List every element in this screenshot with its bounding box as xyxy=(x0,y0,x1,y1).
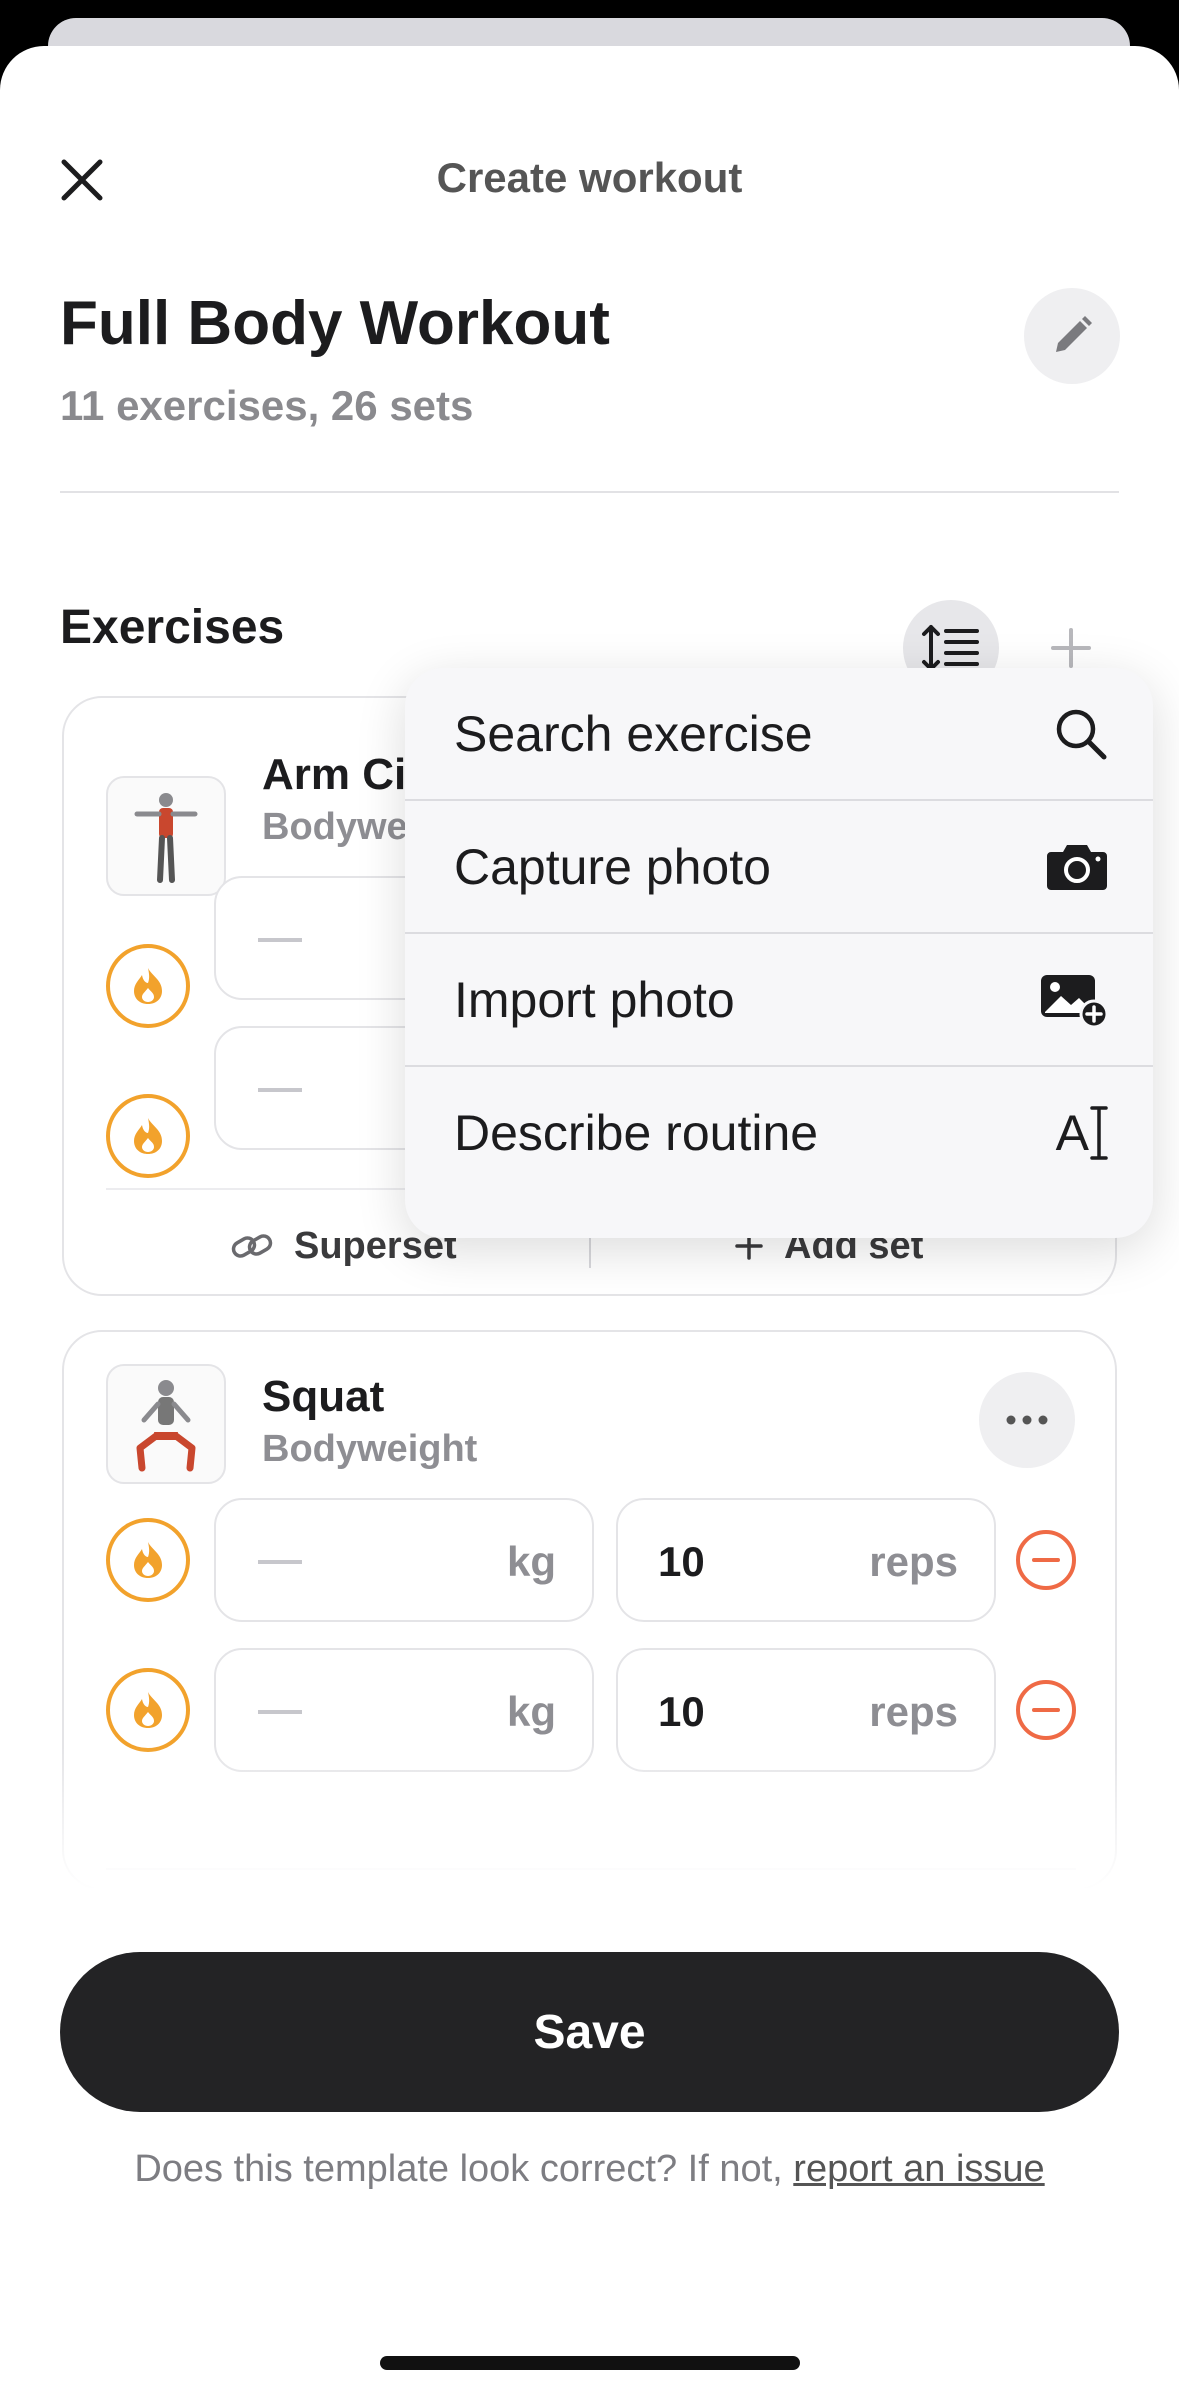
menu-item-capture-photo[interactable]: Capture photo xyxy=(405,801,1153,933)
header-title: Create workout xyxy=(436,154,743,201)
text-cursor-icon: A xyxy=(1056,1104,1109,1162)
workout-summary: 11 exercises, 26 sets xyxy=(60,382,474,429)
create-workout-sheet: Create workout Full Body Workout 11 exer… xyxy=(0,46,1179,2396)
menu-item-label: Capture photo xyxy=(454,839,771,895)
menu-item-label: Describe routine xyxy=(454,1105,819,1161)
exercises-heading: Exercises xyxy=(60,601,285,654)
minus-icon xyxy=(1032,1558,1060,1562)
header-divider xyxy=(60,491,1119,493)
exercise-thumbnail xyxy=(106,1364,226,1484)
arm-circle-figure-icon xyxy=(134,793,198,883)
warmup-toggle[interactable] xyxy=(106,944,190,1028)
save-button[interactable]: Save xyxy=(60,1952,1119,2112)
report-text: Does this template look correct? If not, xyxy=(134,2148,783,2190)
menu-item-describe-routine[interactable]: Describe routine A xyxy=(405,1067,1153,1199)
pencil-icon xyxy=(1056,316,1092,352)
weight-empty-dash xyxy=(258,938,302,942)
exercise-thumbnail xyxy=(106,776,226,896)
exercise-options-button[interactable] xyxy=(979,1372,1075,1468)
edit-title-button[interactable] xyxy=(1024,288,1120,384)
menu-item-label: Search exercise xyxy=(454,706,813,762)
flame-icon xyxy=(134,1542,162,1578)
add-exercise-menu: Search exercise Capture photo Import pho… xyxy=(405,668,1153,1238)
reps-input[interactable]: 10 reps xyxy=(616,1498,996,1622)
reorder-icon xyxy=(922,625,979,671)
weight-empty-dash xyxy=(258,1560,302,1564)
import-photo-icon xyxy=(1041,975,1109,1028)
weight-unit: kg xyxy=(506,1688,556,1735)
reps-unit: reps xyxy=(869,1538,958,1585)
camera-icon xyxy=(1047,845,1107,890)
menu-item-search-exercise[interactable]: Search exercise xyxy=(405,668,1153,800)
reps-value: 10 xyxy=(658,1688,705,1735)
remove-set-button[interactable] xyxy=(1016,1530,1076,1590)
exercise-name: Squat xyxy=(262,1372,385,1421)
weight-unit: kg xyxy=(506,1538,556,1585)
weight-input[interactable]: kg xyxy=(214,1498,594,1622)
menu-item-label: Import photo xyxy=(454,972,735,1028)
search-icon xyxy=(1056,709,1107,760)
reps-value: 10 xyxy=(658,1538,705,1585)
weight-empty-dash xyxy=(258,1710,302,1714)
workout-title: Full Body Workout xyxy=(60,289,610,358)
minus-icon xyxy=(1032,1708,1060,1712)
report-issue-link[interactable]: report an issue xyxy=(793,2148,1044,2190)
report-note: Does this template look correct? If not,… xyxy=(0,2148,1179,2191)
link-icon xyxy=(231,1234,273,1258)
flame-icon xyxy=(134,1692,162,1728)
scroll-fade xyxy=(0,1746,1179,1906)
menu-item-import-photo[interactable]: Import photo xyxy=(405,934,1153,1066)
warmup-toggle[interactable] xyxy=(106,1094,190,1178)
home-indicator xyxy=(380,2356,800,2370)
plus-icon xyxy=(1051,628,1091,668)
warmup-toggle[interactable] xyxy=(106,1518,190,1602)
more-icon xyxy=(1006,1415,1048,1425)
weight-empty-dash xyxy=(258,1088,302,1092)
exercise-name: Arm Ci xyxy=(262,750,407,799)
squat-figure-icon xyxy=(136,1380,196,1472)
flame-icon xyxy=(134,968,162,1004)
exercise-type: Bodywe xyxy=(262,806,408,848)
remove-set-button[interactable] xyxy=(1016,1680,1076,1740)
exercise-type: Bodyweight xyxy=(262,1428,478,1470)
reps-unit: reps xyxy=(869,1688,958,1735)
flame-icon xyxy=(134,1118,162,1154)
warmup-toggle[interactable] xyxy=(106,1668,190,1752)
